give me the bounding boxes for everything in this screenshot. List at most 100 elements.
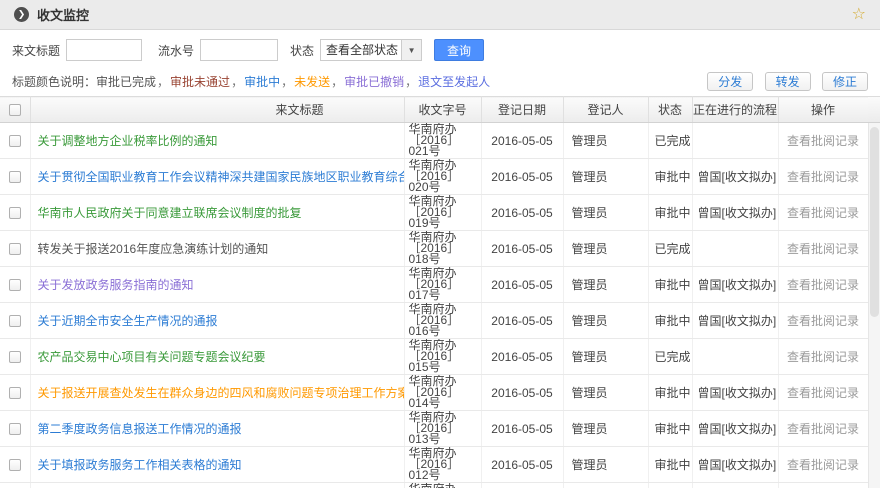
table-row: 转发关于报送2016年度应急演练计划的通知 华南府办［2016］018号 201…	[0, 231, 868, 267]
doc-number: 华南府办［2016］016号	[404, 303, 481, 339]
table-header-row: 来文标题 收文字号 登记日期 登记人 状态 正在进行的流程 操作	[0, 97, 868, 123]
registrar-name: 管理员	[563, 411, 648, 447]
legend-bar: 标题颜色说明：审批已完成，审批未通过，审批中，未发送，审批已撤销，退文至发起人 …	[0, 68, 880, 96]
correct-button[interactable]: 修正	[822, 72, 868, 91]
legend-label: 标题颜色说明：	[12, 75, 96, 89]
document-title-link[interactable]: 第二季度政务信息报送工作情况的通报	[38, 422, 242, 436]
view-approval-records-link[interactable]: 查看批阅记录	[787, 386, 859, 400]
row-checkbox[interactable]	[9, 459, 21, 471]
doc-number: 华南府办［2016］021号	[404, 123, 481, 159]
document-title-link[interactable]: 关于报送开展查处发生在群众身边的四风和腐败问题专项治理工作方案通知	[38, 386, 405, 400]
row-checkbox[interactable]	[9, 351, 21, 363]
registrar-name: 管理员	[563, 375, 648, 411]
view-approval-records-link[interactable]: 查看批阅记录	[787, 278, 859, 292]
current-flow	[692, 339, 778, 375]
current-flow: 曾国[收文拟办]	[692, 447, 778, 483]
column-header-status: 状态	[648, 97, 692, 123]
legend-separator: ，	[404, 75, 418, 89]
title-color-legend: 标题颜色说明：审批已完成，审批未通过，审批中，未发送，审批已撤销，退文至发起人	[12, 73, 490, 90]
status-text: 审批中	[648, 483, 692, 488]
row-checkbox[interactable]	[9, 387, 21, 399]
view-approval-records-link[interactable]: 查看批阅记录	[787, 350, 859, 364]
search-button[interactable]: 查询	[434, 39, 484, 61]
register-date: 2016-05-04	[481, 483, 563, 488]
status-text: 审批中	[648, 267, 692, 303]
document-title-link[interactable]: 农产品交易中心项目有关问题专题会议纪要	[38, 350, 266, 364]
legend-item: 退文至发起人	[418, 75, 490, 89]
document-title-link[interactable]: 关于发放政务服务指南的通知	[38, 278, 194, 292]
current-flow: 曾国[收文拟办]	[692, 267, 778, 303]
row-checkbox[interactable]	[9, 315, 21, 327]
status-select[interactable]: 查看全部状态 ▼	[320, 39, 422, 61]
current-flow: 曾国[收文拟办]	[692, 375, 778, 411]
distribute-button[interactable]: 分发	[707, 72, 753, 91]
legend-item: 审批中	[244, 75, 280, 89]
scrollbar-thumb[interactable]	[870, 127, 879, 317]
column-header-title: 来文标题	[30, 97, 404, 123]
status-text: 已完成	[648, 123, 692, 159]
legend-separator: ，	[156, 75, 170, 89]
forward-button[interactable]: 转发	[765, 72, 811, 91]
registrar-name: 管理员	[563, 159, 648, 195]
current-flow	[692, 231, 778, 267]
select-all-checkbox[interactable]	[9, 104, 21, 116]
vertical-scrollbar[interactable]	[868, 123, 880, 488]
table-row: 关于填报政务服务工作相关表格的通知 华南府办［2016］012号 2016-05…	[0, 447, 868, 483]
register-date: 2016-05-05	[481, 411, 563, 447]
document-title-link[interactable]: 关于贯彻全国职业教育工作会议精神深共建国家民族地区职业教育综合...的通知	[38, 170, 405, 184]
registrar-name: 管理员	[563, 303, 648, 339]
current-flow: 曾国[收文拟办]	[692, 303, 778, 339]
status-text: 审批中	[648, 447, 692, 483]
row-checkbox[interactable]	[9, 171, 21, 183]
status-text: 审批中	[648, 411, 692, 447]
title-filter-input[interactable]	[66, 39, 142, 61]
view-approval-records-link[interactable]: 查看批阅记录	[787, 458, 859, 472]
view-approval-records-link[interactable]: 查看批阅记录	[787, 134, 859, 148]
registrar-name: 管理员	[563, 195, 648, 231]
document-title-link[interactable]: 华南市人民政府关于同意建立联席会议制度的批复	[38, 206, 302, 220]
document-title-link[interactable]: 关于填报政务服务工作相关表格的通知	[38, 458, 242, 472]
serial-filter-input[interactable]	[200, 39, 278, 61]
column-header-doc-no: 收文字号	[404, 97, 481, 123]
doc-number: 华南府办［2016］012号	[404, 447, 481, 483]
row-checkbox[interactable]	[9, 243, 21, 255]
row-checkbox[interactable]	[9, 135, 21, 147]
row-checkbox[interactable]	[9, 279, 21, 291]
page-title: 收文监控	[37, 5, 89, 24]
column-header-action: 操作	[778, 97, 868, 123]
column-header-flow: 正在进行的流程	[692, 97, 778, 123]
doc-number: 华南府办［2016］020号	[404, 159, 481, 195]
view-approval-records-link[interactable]: 查看批阅记录	[787, 170, 859, 184]
view-approval-records-link[interactable]: 查看批阅记录	[787, 242, 859, 256]
doc-number: 华南府办［2016］013号	[404, 411, 481, 447]
register-date: 2016-05-05	[481, 231, 563, 267]
registrar-name: 管理员	[563, 123, 648, 159]
table-row: 华南市人民政府关于同意建立联席会议制度的批复 华南府办［2016］019号 20…	[0, 195, 868, 231]
row-checkbox[interactable]	[9, 423, 21, 435]
table-row: 关于近期全市安全生产情况的通报 华南府办［2016］016号 2016-05-0…	[0, 303, 868, 339]
scrollbar-header-cap	[868, 96, 880, 123]
table-row: 关于贯彻全国职业教育工作会议精神深共建国家民族地区职业教育综合...的通知 华南…	[0, 159, 868, 195]
status-filter-label: 状态	[290, 42, 314, 59]
view-approval-records-link[interactable]: 查看批阅记录	[787, 314, 859, 328]
document-title-link[interactable]: 关于调整地方企业税率比例的通知	[38, 134, 218, 148]
register-date: 2016-05-05	[481, 123, 563, 159]
chevron-down-icon[interactable]: ▼	[401, 40, 421, 60]
status-select-value: 查看全部状态	[321, 40, 401, 60]
row-checkbox[interactable]	[9, 207, 21, 219]
view-approval-records-link[interactable]: 查看批阅记录	[787, 206, 859, 220]
table-row: 关于调整地方企业税率比例的通知 华南府办［2016］021号 2016-05-0…	[0, 123, 868, 159]
document-title-link[interactable]: 关于近期全市安全生产情况的通报	[38, 314, 218, 328]
registrar-name: 管理员	[563, 231, 648, 267]
view-approval-records-link[interactable]: 查看批阅记录	[787, 422, 859, 436]
table-row: 关于华南市国资委监管企业大额资金借贷、使用专项检查方案的通知 华南府办［2016…	[0, 483, 868, 488]
registrar-name: 管理员	[563, 483, 648, 488]
status-text: 审批中	[648, 303, 692, 339]
doc-number: 华南府办［2016］017号	[404, 267, 481, 303]
document-title-link[interactable]: 转发关于报送2016年度应急演练计划的通知	[38, 242, 269, 256]
register-date: 2016-05-05	[481, 375, 563, 411]
favorite-star-icon[interactable]: ☆	[852, 7, 866, 23]
status-text: 审批中	[648, 159, 692, 195]
current-flow	[692, 123, 778, 159]
registrar-name: 管理员	[563, 339, 648, 375]
